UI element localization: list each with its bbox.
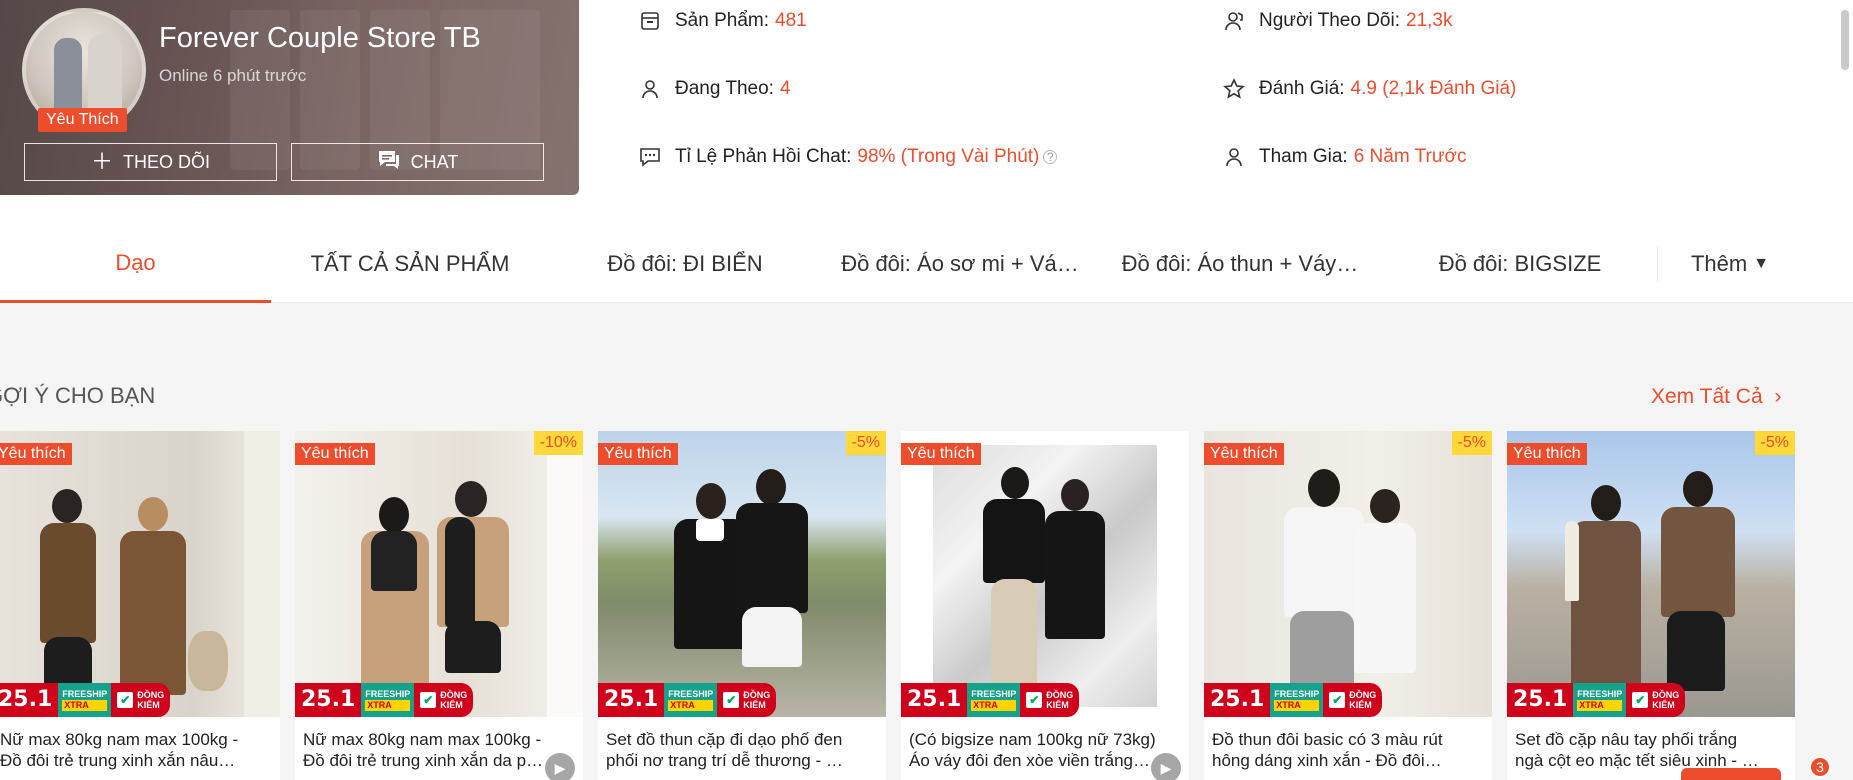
see-all-link[interactable]: Xem Tất Cả › (1651, 385, 1782, 409)
shop-tabs: Dạo TẤT CẢ SẢN PHẨM Đồ đôi: ĐI BIỂN Đồ đ… (0, 225, 1853, 303)
shop-name: Forever Couple Store TB (159, 22, 481, 54)
joined-value: 6 Năm Trước (1353, 146, 1467, 167)
user-icon (1223, 146, 1245, 168)
discount-badge: -10% (533, 431, 583, 455)
followers-value: 21,3k (1406, 10, 1453, 31)
promo-badge: 25.1 FREESHIP XTRA ✔ ĐỒNG KIỂM (295, 683, 474, 717)
promo-badge: 25.1 FREESHIP XTRA ✔ ĐỒNG KIỂM (1507, 683, 1686, 717)
product-image (901, 431, 1189, 717)
online-status: Online 6 phút trước (159, 66, 307, 85)
chat-label: CHAT (410, 151, 459, 172)
product-image (0, 431, 280, 717)
tab-shirt-set[interactable]: Đồ đôi: Áo sơ mi + Vá… (830, 225, 1090, 303)
stat-products: Sản Phẩm: 481 (639, 10, 807, 32)
favorite-badge: Yêu thích (295, 443, 375, 465)
favorite-badge: Yêu thích (901, 443, 981, 465)
product-title: Nữ max 80kg nam max 100kg - Đồ đôi trẻ t… (0, 730, 239, 770)
page-scrollbar[interactable] (1841, 10, 1849, 70)
check-icon: ✔ (1329, 692, 1346, 708)
response-value: 98% (Trong Vài Phút) (857, 146, 1040, 167)
product-image (1507, 431, 1795, 717)
user-follow-icon (639, 78, 661, 100)
chevron-right-icon: › (1774, 385, 1782, 408)
product-card[interactable]: Yêu thích -5% 25.1 FREESHIP XTRA ✔ ĐỒNG KIỂ… (1204, 431, 1492, 780)
product-card[interactable]: Yêu thích -5% 25.1 FREESHIP XTRA ✔ ĐỒNG KIỂ… (598, 431, 886, 780)
rating-value: 4.9 (2,1k Đánh Giá) (1350, 78, 1517, 99)
chat-icon (377, 149, 401, 175)
product-title: Đồ thun đôi basic có 3 màu rút hông dáng… (1212, 730, 1443, 770)
followers-icon (1223, 10, 1245, 32)
product-card[interactable]: Yêu thích 25.1 FREESHIP XTRA ✔ ĐỒNG KIỂM ▶ … (901, 431, 1189, 780)
star-icon (1223, 78, 1245, 100)
stat-followers: Người Theo Dõi: 21,3k (1223, 10, 1452, 32)
product-image (598, 431, 886, 717)
stat-response: Tỉ Lệ Phản Hồi Chat: 98% (Trong Vài Phút… (639, 146, 1058, 168)
chat-bubble-tab[interactable] (1681, 768, 1781, 780)
preferred-badge: Yêu Thích (38, 108, 127, 132)
favorite-badge: Yêu thích (598, 443, 678, 465)
promo-badge: 25.1 FREESHIP XTRA ✔ ĐỒNG KIỂM (1204, 683, 1383, 717)
product-image (1204, 431, 1492, 717)
tab-more[interactable]: Thêm ▼ (1680, 225, 1780, 303)
promo-badge: 25.1 FREESHIP XTRA ✔ ĐỒNG KIỂM (598, 683, 777, 717)
follow-label: THEO DÕI (123, 151, 211, 172)
favorite-badge: Yêu thích (1204, 443, 1284, 465)
stat-joined: Tham Gia: 6 Năm Trước (1223, 146, 1467, 168)
plus-icon: ＋ (90, 149, 113, 174)
section-title: GỢI Ý CHO BẠN (0, 383, 156, 408)
product-title: Set đồ cặp nâu tay phối trắng ngà cột eo… (1515, 730, 1759, 770)
product-card[interactable]: Yêu thích 25.1 FREESHIP XTRA ✔ ĐỒNG KIỂM Nữ… (0, 431, 280, 780)
tab-beach[interactable]: Đồ đôi: ĐI BIỂN (580, 225, 790, 303)
products-value: 481 (775, 10, 807, 31)
tab-all-products[interactable]: TẤT CẢ SẢN PHẨM (280, 225, 540, 303)
promo-badge: 25.1 FREESHIP XTRA ✔ ĐỒNG KIỂM (901, 683, 1080, 717)
product-card[interactable]: Yêu thích -10% 25.1 FREESHIP XTRA ✔ ĐỒNG KI… (295, 431, 583, 780)
check-icon: ✔ (1026, 692, 1043, 708)
favorite-badge: Yêu thích (0, 443, 72, 465)
product-title: Nữ max 80kg nam max 100kg - Đồ đôi trẻ t… (303, 730, 544, 770)
notification-count: 3 (1809, 756, 1831, 778)
check-icon: ✔ (723, 692, 740, 708)
product-title: (Có bigsize nam 100kg nữ 73kg) Áo váy đô… (909, 730, 1156, 770)
discount-badge: -5% (1754, 431, 1795, 455)
product-card[interactable]: Yêu thích -5% 25.1 FREESHIP XTRA ✔ ĐỒNG KIỂ… (1507, 431, 1795, 780)
caret-down-icon: ▼ (1753, 255, 1770, 272)
tab-divider (1657, 247, 1658, 281)
shop-header: Yêu Thích Forever Couple Store TB Online… (0, 0, 1853, 225)
check-icon: ✔ (420, 692, 437, 708)
tab-explore[interactable]: Dạo (0, 225, 271, 303)
help-icon[interactable]: ? (1043, 150, 1058, 164)
chat-rate-icon (639, 146, 661, 168)
shop-card: Yêu Thích Forever Couple Store TB Online… (0, 0, 579, 195)
check-icon: ✔ (117, 692, 134, 708)
following-value: 4 (779, 78, 791, 99)
product-title: Set đồ thun cặp đi dạo phố đen phối nơ t… (606, 730, 843, 770)
stat-rating: Đánh Giá: 4.9 (2,1k Đánh Giá) (1223, 78, 1516, 100)
stat-following: Đang Theo: 4 (639, 78, 791, 100)
play-video-icon[interactable]: ▶ (545, 753, 575, 780)
tab-bigsize[interactable]: Đồ đôi: BIGSIZE (1410, 225, 1630, 303)
check-icon: ✔ (1632, 692, 1649, 708)
store-icon (639, 10, 661, 32)
discount-badge: -5% (845, 431, 886, 455)
play-video-icon[interactable]: ▶ (1151, 753, 1181, 780)
discount-badge: -5% (1451, 431, 1492, 455)
favorite-badge: Yêu thích (1507, 443, 1587, 465)
promo-badge: 25.1 FREESHIP XTRA ✔ ĐỒNG KIỂM (0, 683, 171, 717)
product-image (295, 431, 583, 717)
follow-button[interactable]: ＋ THEO DÕI (24, 143, 277, 181)
chat-button[interactable]: CHAT (291, 143, 544, 181)
tab-tshirt-dress[interactable]: Đồ đôi: Áo thun + Váy… (1110, 225, 1370, 303)
